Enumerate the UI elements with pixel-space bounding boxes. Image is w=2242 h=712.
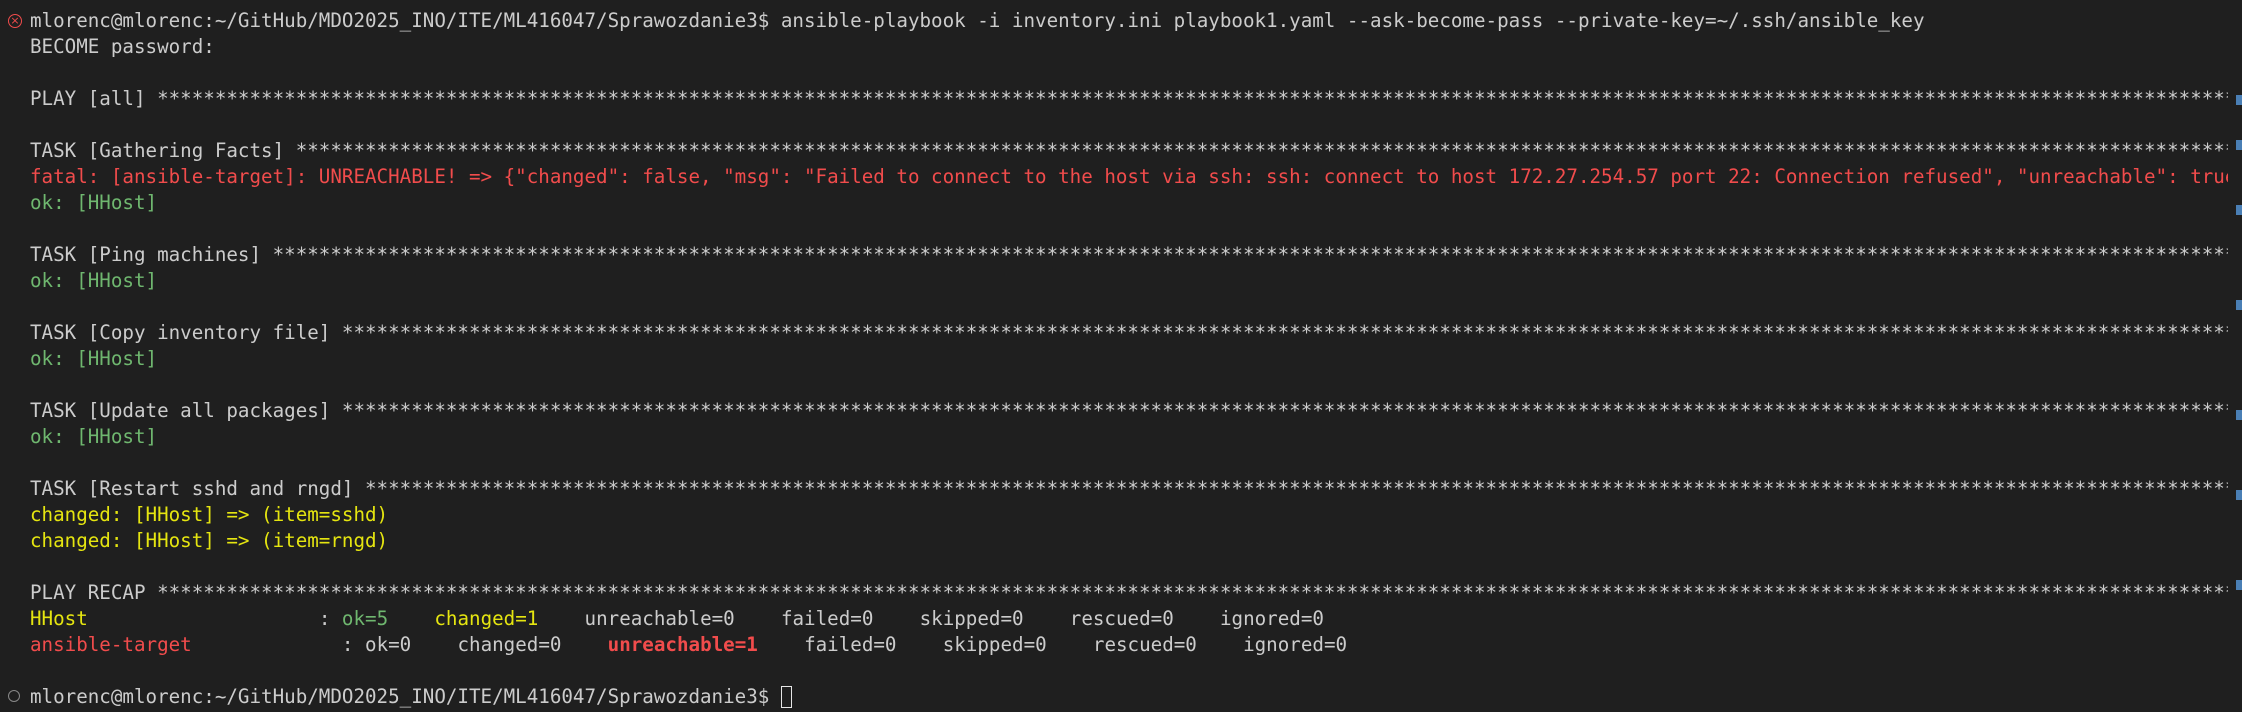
recap-failed: failed=0	[804, 633, 897, 656]
fatal-unreachable-message: fatal: [ansible-target]: UNREACHABLE! =>…	[30, 165, 2228, 188]
recap-row-hhost: HHost : ok=5 changed=1 unreachable=0 fai…	[30, 606, 2228, 632]
recap-ok: ok=0	[365, 633, 412, 656]
recap-ignored: ignored=0	[1219, 607, 1324, 630]
play-recap-header: PLAY RECAP *****************************…	[30, 581, 2228, 604]
play-header: PLAY [all] *****************************…	[30, 87, 2228, 110]
task-result-ok: ok: [HHost]	[30, 347, 158, 370]
terminal-output: mlorenc@mlorenc:~/GitHub/MDO2025_INO/ITE…	[30, 8, 2228, 710]
shell-prompt: mlorenc@mlorenc:~/GitHub/MDO2025_INO/ITE…	[30, 685, 781, 708]
task-result-ok: ok: [HHost]	[30, 191, 158, 214]
scrollbar-marker	[2236, 95, 2242, 105]
recap-skipped: skipped=0	[942, 633, 1047, 656]
task-header-update-packages: TASK [Update all packages] *************…	[30, 399, 2228, 422]
scrollbar-marker	[2236, 300, 2242, 310]
scrollbar-marker	[2236, 490, 2242, 500]
task-header-gathering-facts: TASK [Gathering Facts] *****************…	[30, 139, 2228, 162]
scrollbar-marker	[2236, 410, 2242, 420]
recap-separator: :	[341, 633, 366, 656]
recap-rescued: rescued=0	[1069, 607, 1174, 630]
command-idle-icon[interactable]	[8, 690, 20, 702]
scrollbar-marker	[2236, 140, 2242, 150]
shell-prompt: mlorenc@mlorenc:~/GitHub/MDO2025_INO/ITE…	[30, 9, 781, 32]
recap-rescued: rescued=0	[1092, 633, 1197, 656]
become-password-prompt: BECOME password:	[30, 35, 215, 58]
recap-pad	[192, 633, 342, 656]
recap-unreachable: unreachable=1	[607, 633, 758, 656]
block-cursor-icon[interactable]	[780, 686, 792, 708]
task-header-ping: TASK [Ping machines] *******************…	[30, 243, 2228, 266]
task-header-copy-inventory: TASK [Copy inventory file] *************…	[30, 321, 2228, 344]
task-result-ok: ok: [HHost]	[30, 269, 158, 292]
task-result-changed-sshd: changed: [HHost] => (item=sshd)	[30, 503, 389, 526]
scrollbar-marker	[2236, 205, 2242, 215]
command-failed-icon[interactable]: ×	[8, 14, 22, 28]
task-header-restart-services: TASK [Restart sshd and rngd] ***********…	[30, 477, 2228, 500]
recap-host: HHost	[30, 607, 88, 630]
task-result-changed-rngd: changed: [HHost] => (item=rngd)	[30, 529, 389, 552]
task-result-ok: ok: [HHost]	[30, 425, 158, 448]
active-command-line[interactable]: mlorenc@mlorenc:~/GitHub/MDO2025_INO/ITE…	[30, 684, 2228, 710]
recap-unreachable: unreachable=0	[584, 607, 735, 630]
recap-skipped: skipped=0	[919, 607, 1024, 630]
recap-ok: ok=5	[341, 607, 389, 630]
recap-pad	[88, 607, 319, 630]
recap-host: ansible-target	[30, 633, 192, 656]
recap-changed: changed=0	[457, 633, 562, 656]
recap-failed: failed=0	[780, 607, 874, 630]
recap-separator: :	[318, 607, 342, 630]
command-line: mlorenc@mlorenc:~/GitHub/MDO2025_INO/ITE…	[30, 8, 2228, 34]
scrollbar[interactable]	[2234, 0, 2242, 712]
scrollbar-marker	[2236, 580, 2242, 590]
recap-ignored: ignored=0	[1243, 633, 1348, 656]
command-text: ansible-playbook -i inventory.ini playbo…	[780, 9, 1925, 32]
terminal-window[interactable]: × mlorenc@mlorenc:~/GitHub/MDO2025_INO/I…	[0, 0, 2242, 712]
recap-changed: changed=1	[434, 607, 539, 630]
recap-row-ansible-target: ansible-target : ok=0 changed=0 unreacha…	[30, 632, 2228, 658]
